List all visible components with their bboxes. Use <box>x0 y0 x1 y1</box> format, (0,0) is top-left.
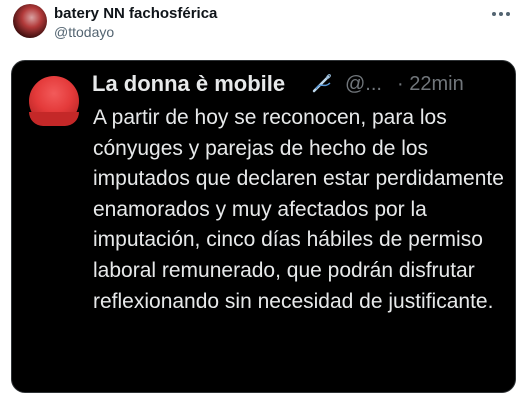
tweet-header: batery NN fachosférica @ttodayo <box>0 0 529 56</box>
quoted-author-handle[interactable]: @... <box>345 73 382 96</box>
quoted-author-name[interactable]: La donna è mobile <box>92 71 285 97</box>
quoted-avatar[interactable] <box>29 76 79 126</box>
quoted-tweet-text: A partir de hoy se reconocen, para los c… <box>93 106 504 313</box>
needle-thread-icon <box>310 71 334 95</box>
quoted-timestamp[interactable]: · 22min <box>397 73 464 96</box>
avatar-fold <box>29 112 79 126</box>
needle-thread-icon-svg <box>312 74 331 93</box>
author-name[interactable]: batery NN fachosférica <box>54 5 217 22</box>
quoted-tweet-card[interactable]: La donna è mobile @... · 22min A partir … <box>11 60 516 393</box>
more-dots-icon[interactable] <box>489 2 513 26</box>
more-dots-icon-svg <box>492 12 510 16</box>
avatar[interactable] <box>13 4 47 38</box>
author-handle[interactable]: @ttodayo <box>54 24 114 40</box>
separator-dot: · <box>397 73 404 95</box>
time-label: 22min <box>409 73 464 95</box>
